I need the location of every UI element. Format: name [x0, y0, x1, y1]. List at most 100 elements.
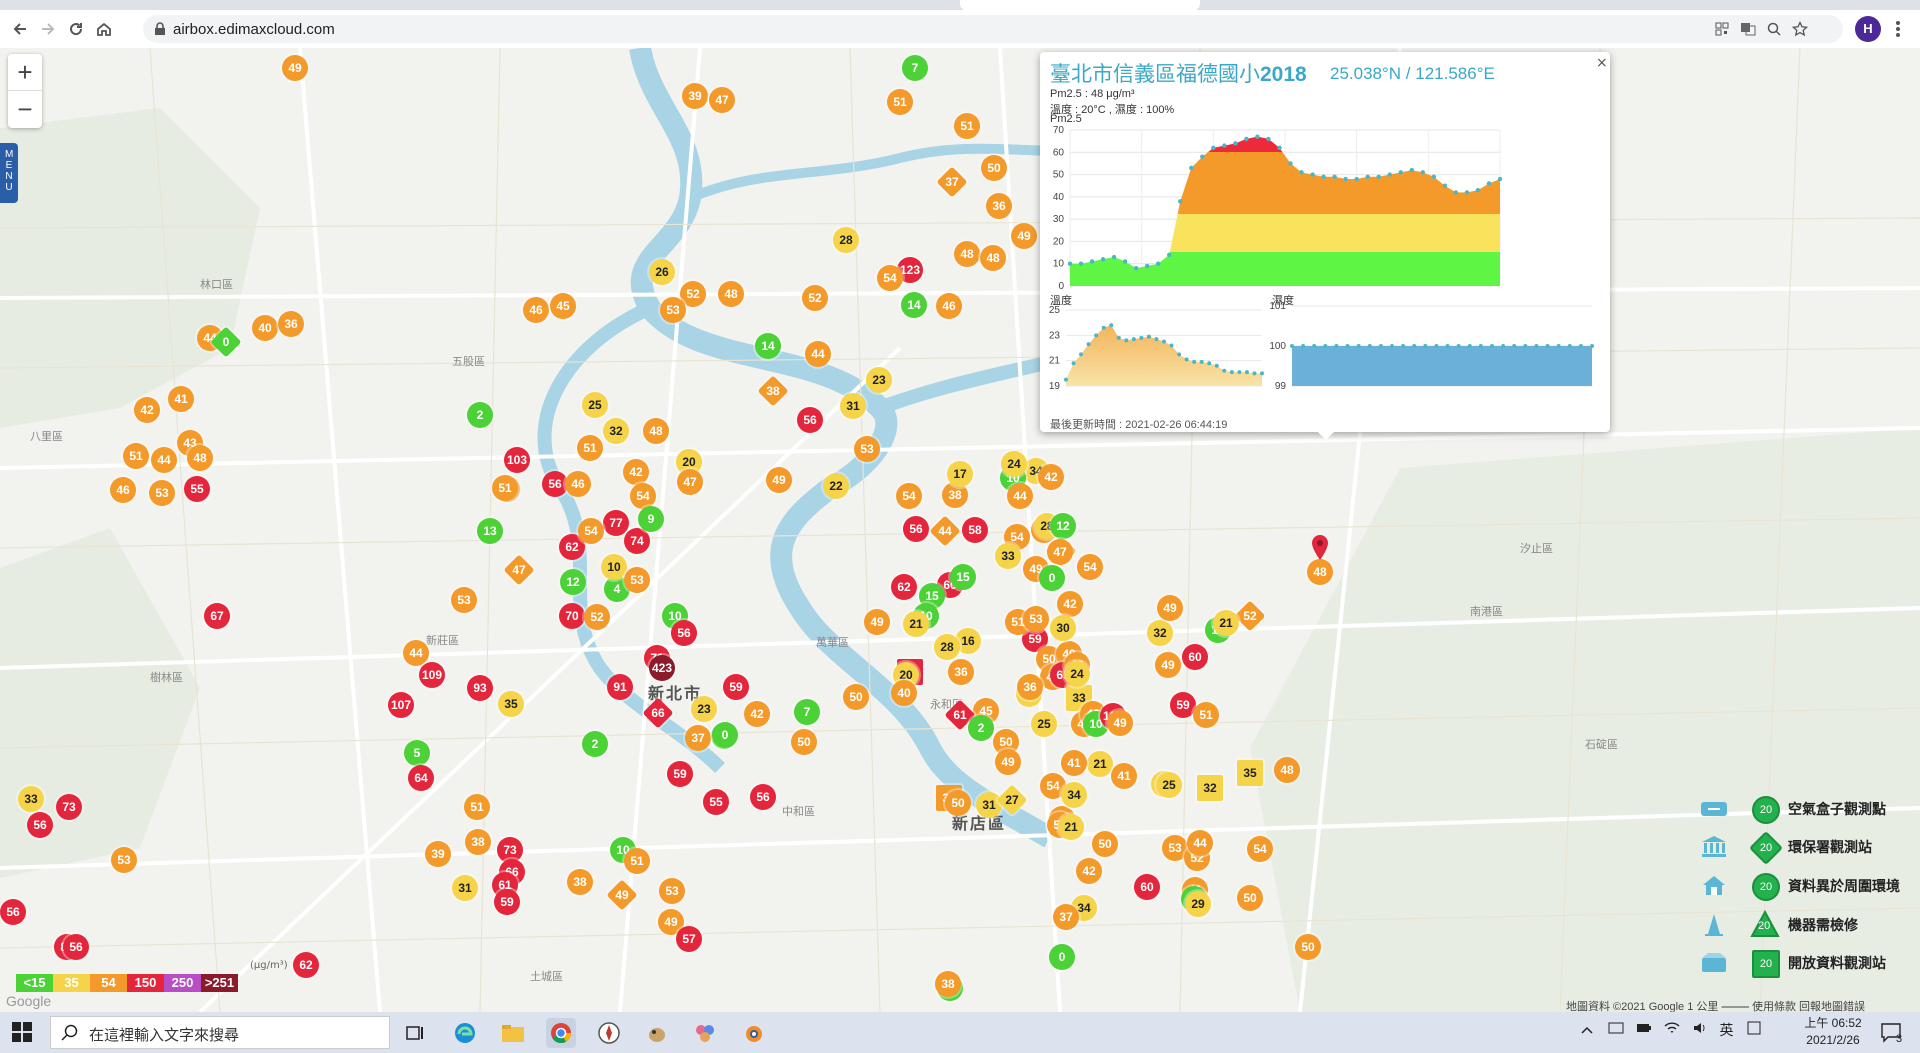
airbox-marker[interactable]: 12: [560, 569, 586, 595]
airbox-marker[interactable]: 60: [1182, 644, 1208, 670]
active-tab[interactable]: [960, 0, 1200, 10]
airbox-marker[interactable]: 51: [492, 475, 518, 501]
airbox-marker[interactable]: 25: [1156, 772, 1182, 798]
home-button[interactable]: [92, 17, 116, 41]
airbox-marker[interactable]: 51: [577, 435, 603, 461]
ime-mode-icon[interactable]: [1747, 1021, 1761, 1035]
airbox-marker[interactable]: 52: [802, 285, 828, 311]
airbox-marker[interactable]: 54: [1247, 836, 1273, 862]
airbox-marker[interactable]: 55: [184, 476, 210, 502]
airbox-marker[interactable]: 23: [691, 696, 717, 722]
airbox-marker[interactable]: 31: [840, 393, 866, 419]
airbox-marker[interactable]: 49: [282, 55, 308, 81]
airbox-marker[interactable]: 14: [901, 292, 927, 318]
airbox-marker[interactable]: 25: [1031, 711, 1057, 737]
airbox-marker[interactable]: 49: [995, 749, 1021, 775]
airbox-marker[interactable]: 59: [494, 889, 520, 915]
airbox-marker[interactable]: 38: [567, 869, 593, 895]
reload-button[interactable]: [64, 17, 88, 41]
profile-avatar[interactable]: H: [1855, 16, 1881, 42]
airbox-marker[interactable]: 55: [703, 789, 729, 815]
airbox-marker[interactable]: 36: [948, 659, 974, 685]
airbox-marker[interactable]: 44: [1187, 830, 1213, 856]
airbox-marker[interactable]: 36: [1017, 674, 1043, 700]
airbox-marker[interactable]: 47: [1047, 539, 1073, 565]
notification-center-icon[interactable]: 3: [1880, 1022, 1908, 1044]
airbox-marker[interactable]: 47: [677, 469, 703, 495]
airbox-marker[interactable]: 36: [986, 193, 1012, 219]
airbox-marker[interactable]: 5: [404, 740, 430, 766]
airbox-marker[interactable]: 44: [1007, 483, 1033, 509]
edge-browser-icon[interactable]: [450, 1018, 480, 1048]
epa-station-marker[interactable]: 0: [210, 326, 242, 358]
browser-menu-icon[interactable]: [1895, 18, 1905, 40]
chrome-browser-icon[interactable]: [546, 1018, 576, 1048]
airbox-marker[interactable]: 51: [1193, 702, 1219, 728]
airbox-marker[interactable]: 53: [854, 436, 880, 462]
airbox-marker[interactable]: 28: [833, 227, 859, 253]
epa-station-marker[interactable]: 38: [757, 375, 789, 407]
airbox-marker[interactable]: 49: [864, 609, 890, 635]
airbox-marker[interactable]: 47: [709, 87, 735, 113]
epa-station-marker[interactable]: 44: [929, 515, 961, 547]
airbox-marker[interactable]: 42: [623, 459, 649, 485]
airbox-marker[interactable]: 37: [685, 725, 711, 751]
bookmark-star-icon[interactable]: [1791, 20, 1809, 38]
airbox-marker[interactable]: 32: [1147, 620, 1173, 646]
airbox-marker[interactable]: 51: [887, 89, 913, 115]
windows-start-icon[interactable]: [12, 1022, 32, 1042]
airbox-marker[interactable]: 64: [408, 765, 434, 791]
airbox-marker[interactable]: 2: [582, 731, 608, 757]
map-attribution[interactable]: 地圖資料 ©2021 Google 1 公里 ⎯⎯⎯⎯⎯ 使用條款 回報地圖錯誤: [1566, 998, 1865, 1012]
airbox-marker[interactable]: 24: [1001, 451, 1027, 477]
airbox-marker[interactable]: 59: [723, 674, 749, 700]
airbox-marker[interactable]: 48: [718, 281, 744, 307]
airbox-marker[interactable]: 109: [419, 662, 445, 688]
volume-icon[interactable]: [1692, 1021, 1708, 1035]
airbox-marker[interactable]: 0: [1039, 565, 1065, 591]
airbox-marker[interactable]: 62: [293, 952, 319, 978]
airbox-marker[interactable]: 52: [584, 604, 610, 630]
airbox-marker[interactable]: 7: [794, 699, 820, 725]
airbox-marker[interactable]: 49: [1107, 710, 1133, 736]
airbox-marker[interactable]: 44: [151, 447, 177, 473]
taskbar-clock[interactable]: 上午 06:52 2021/2/26: [1798, 1015, 1868, 1049]
airbox-marker[interactable]: 54: [1077, 554, 1103, 580]
airbox-marker[interactable]: 56: [750, 784, 776, 810]
airbox-marker[interactable]: 50: [1295, 934, 1321, 960]
airbox-marker[interactable]: 57: [676, 926, 702, 952]
airbox-marker[interactable]: 42: [744, 701, 770, 727]
input-method-indicator[interactable]: 英: [1719, 1022, 1733, 1038]
airbox-marker[interactable]: 22: [823, 473, 849, 499]
airbox-marker[interactable]: 35: [498, 691, 524, 717]
airbox-marker[interactable]: 91: [607, 674, 633, 700]
airbox-marker[interactable]: 50: [791, 729, 817, 755]
airbox-marker[interactable]: 49: [1157, 595, 1183, 621]
airbox-marker[interactable]: 40: [252, 315, 278, 341]
airbox-marker[interactable]: 103: [504, 447, 530, 473]
airbox-marker[interactable]: 56: [797, 407, 823, 433]
epa-station-marker[interactable]: 49: [606, 879, 638, 911]
airbox-marker[interactable]: 42: [1038, 464, 1064, 490]
airbox-marker[interactable]: 24: [1064, 661, 1090, 687]
airbox-marker[interactable]: 56: [0, 899, 26, 925]
airbox-marker[interactable]: 53: [451, 587, 477, 613]
airbox-marker[interactable]: 23: [866, 367, 892, 393]
airbox-marker[interactable]: 45: [550, 293, 576, 319]
airbox-marker[interactable]: 54: [896, 483, 922, 509]
airbox-marker[interactable]: 54: [877, 265, 903, 291]
airbox-marker[interactable]: 53: [659, 878, 685, 904]
airbox-marker[interactable]: 34: [1061, 782, 1087, 808]
airbox-marker[interactable]: 50: [1237, 885, 1263, 911]
battery-icon[interactable]: [1636, 1021, 1652, 1035]
airbox-marker[interactable]: 37: [1053, 904, 1079, 930]
translate-icon[interactable]: [1739, 20, 1757, 38]
airbox-marker[interactable]: 48: [954, 241, 980, 267]
airbox-marker[interactable]: 44: [805, 341, 831, 367]
open-data-marker[interactable]: 32: [1197, 775, 1223, 801]
airbox-marker[interactable]: 54: [578, 518, 604, 544]
airbox-marker[interactable]: 42: [134, 397, 160, 423]
popup-close-button[interactable]: ×: [1596, 55, 1608, 71]
file-explorer-icon[interactable]: [498, 1018, 528, 1048]
airbox-marker[interactable]: 51: [123, 443, 149, 469]
